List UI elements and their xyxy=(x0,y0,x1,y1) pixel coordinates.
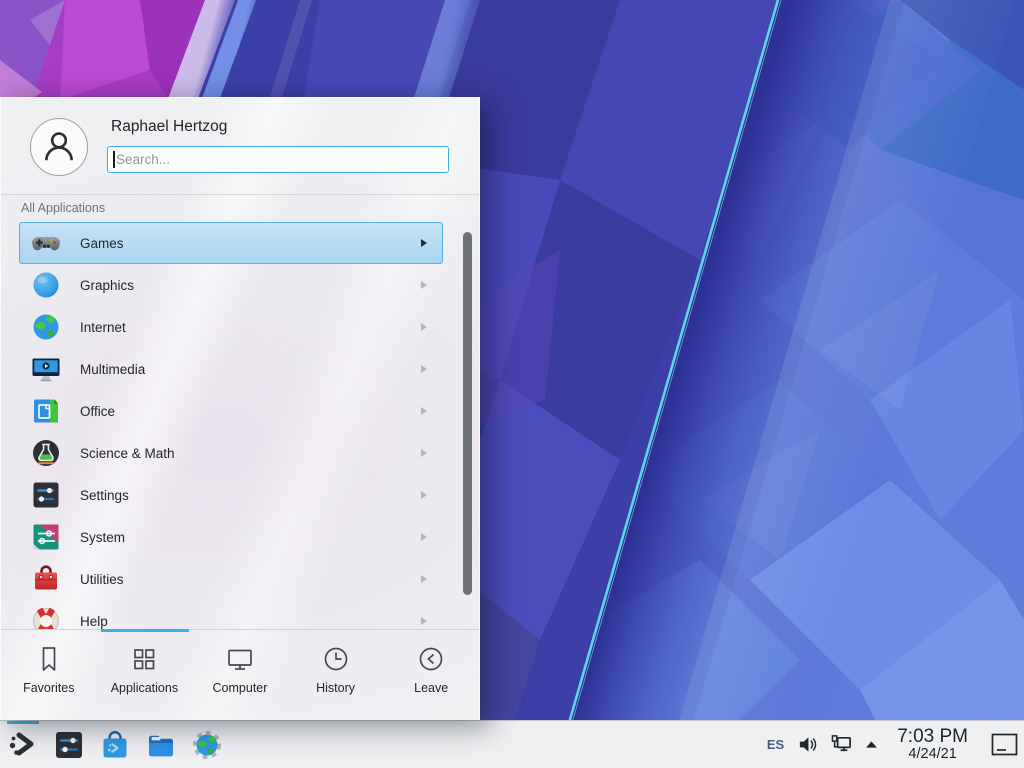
tab-label: Leave xyxy=(414,681,448,695)
category-label: Games xyxy=(80,236,124,251)
active-task-indicator xyxy=(7,721,39,724)
text-cursor xyxy=(113,151,115,168)
category-label: Science & Math xyxy=(80,446,175,461)
settings-icon xyxy=(30,479,62,511)
user-avatar[interactable] xyxy=(30,118,88,176)
globe-browser-icon xyxy=(191,729,223,761)
keyboard-layout-indicator[interactable]: ES xyxy=(767,737,784,752)
category-label: Settings xyxy=(80,488,129,503)
submenu-arrow-icon xyxy=(421,281,427,289)
clock-date: 4/24/21 xyxy=(908,747,956,762)
category-label: Utilities xyxy=(80,572,124,587)
category-label: Help xyxy=(80,614,108,629)
expand-tray-icon[interactable] xyxy=(865,740,878,749)
clock-time: 7:03 PM xyxy=(897,727,968,747)
category-label: System xyxy=(80,530,125,545)
system-settings-task-button[interactable] xyxy=(53,729,85,761)
header-separator xyxy=(1,194,479,195)
discover-icon xyxy=(99,729,131,761)
launcher-tabbar: Favorites Applications Computer xyxy=(1,629,479,720)
internet-icon xyxy=(30,311,62,343)
system-settings-icon xyxy=(53,729,85,761)
tab-history[interactable]: History xyxy=(288,630,384,720)
history-icon xyxy=(321,644,351,674)
tab-label: History xyxy=(316,681,355,695)
leave-icon xyxy=(416,644,446,674)
show-desktop-button[interactable] xyxy=(991,733,1018,756)
submenu-arrow-icon xyxy=(421,365,427,373)
kde-launcher-icon xyxy=(7,729,39,761)
user-name: Raphael Hertzog xyxy=(111,118,227,136)
search-input[interactable] xyxy=(107,146,449,173)
submenu-arrow-icon xyxy=(421,449,427,457)
submenu-arrow-icon xyxy=(421,491,427,499)
system-tray: ES 7:03 PM 4/24/21 xyxy=(767,727,1024,762)
category-row-utilities[interactable]: Utilities xyxy=(19,558,443,600)
category-label: Internet xyxy=(80,320,126,335)
category-label: Graphics xyxy=(80,278,134,293)
tab-leave[interactable]: Leave xyxy=(383,630,479,720)
digital-clock[interactable]: 7:03 PM 4/24/21 xyxy=(897,727,968,762)
category-label: Multimedia xyxy=(80,362,145,377)
application-launcher-popup: Raphael Hertzog All Applications Games xyxy=(0,97,480,720)
applications-icon xyxy=(129,644,159,674)
discover-task-button[interactable] xyxy=(99,729,131,761)
favorites-icon xyxy=(34,644,64,674)
category-row-help[interactable]: Help xyxy=(19,600,443,630)
multimedia-icon xyxy=(30,353,62,385)
computer-icon xyxy=(225,644,255,674)
section-label: All Applications xyxy=(21,201,105,215)
category-row-internet[interactable]: Internet xyxy=(19,306,443,348)
category-row-office[interactable]: Office xyxy=(19,390,443,432)
tab-label: Computer xyxy=(213,681,268,695)
submenu-arrow-icon xyxy=(421,407,427,415)
category-list: Games Graphics Internet xyxy=(1,222,479,630)
folder-icon xyxy=(145,729,177,761)
user-icon xyxy=(37,125,81,169)
help-icon xyxy=(30,605,62,630)
tab-label: Applications xyxy=(111,681,178,695)
network-icon[interactable] xyxy=(831,734,852,755)
taskbar: ES 7:03 PM 4/24/21 xyxy=(0,720,1024,768)
category-row-games[interactable]: Games xyxy=(19,222,443,264)
web-browser-task-button[interactable] xyxy=(191,729,223,761)
scrollbar-thumb[interactable] xyxy=(463,232,472,595)
category-row-system[interactable]: System xyxy=(19,516,443,558)
science-icon xyxy=(30,437,62,469)
volume-icon[interactable] xyxy=(797,734,818,755)
category-row-multimedia[interactable]: Multimedia xyxy=(19,348,443,390)
utilities-icon xyxy=(30,563,62,595)
tab-label: Favorites xyxy=(23,681,74,695)
office-icon xyxy=(30,395,62,427)
submenu-arrow-icon xyxy=(421,323,427,331)
graphics-icon xyxy=(30,269,62,301)
category-row-graphics[interactable]: Graphics xyxy=(19,264,443,306)
tab-computer[interactable]: Computer xyxy=(192,630,288,720)
submenu-arrow-icon xyxy=(421,239,427,247)
submenu-arrow-icon xyxy=(421,575,427,583)
tab-applications[interactable]: Applications xyxy=(97,630,193,720)
active-tab-indicator xyxy=(101,629,189,632)
games-icon xyxy=(30,227,62,259)
tab-favorites[interactable]: Favorites xyxy=(1,630,97,720)
submenu-arrow-icon xyxy=(421,533,427,541)
application-launcher-button[interactable] xyxy=(7,729,39,761)
category-row-science-math[interactable]: Science & Math xyxy=(19,432,443,474)
system-icon xyxy=(30,521,62,553)
category-label: Office xyxy=(80,404,115,419)
file-manager-task-button[interactable] xyxy=(145,729,177,761)
category-row-settings[interactable]: Settings xyxy=(19,474,443,516)
submenu-arrow-icon xyxy=(421,617,427,625)
show-desktop-icon xyxy=(991,733,1018,756)
